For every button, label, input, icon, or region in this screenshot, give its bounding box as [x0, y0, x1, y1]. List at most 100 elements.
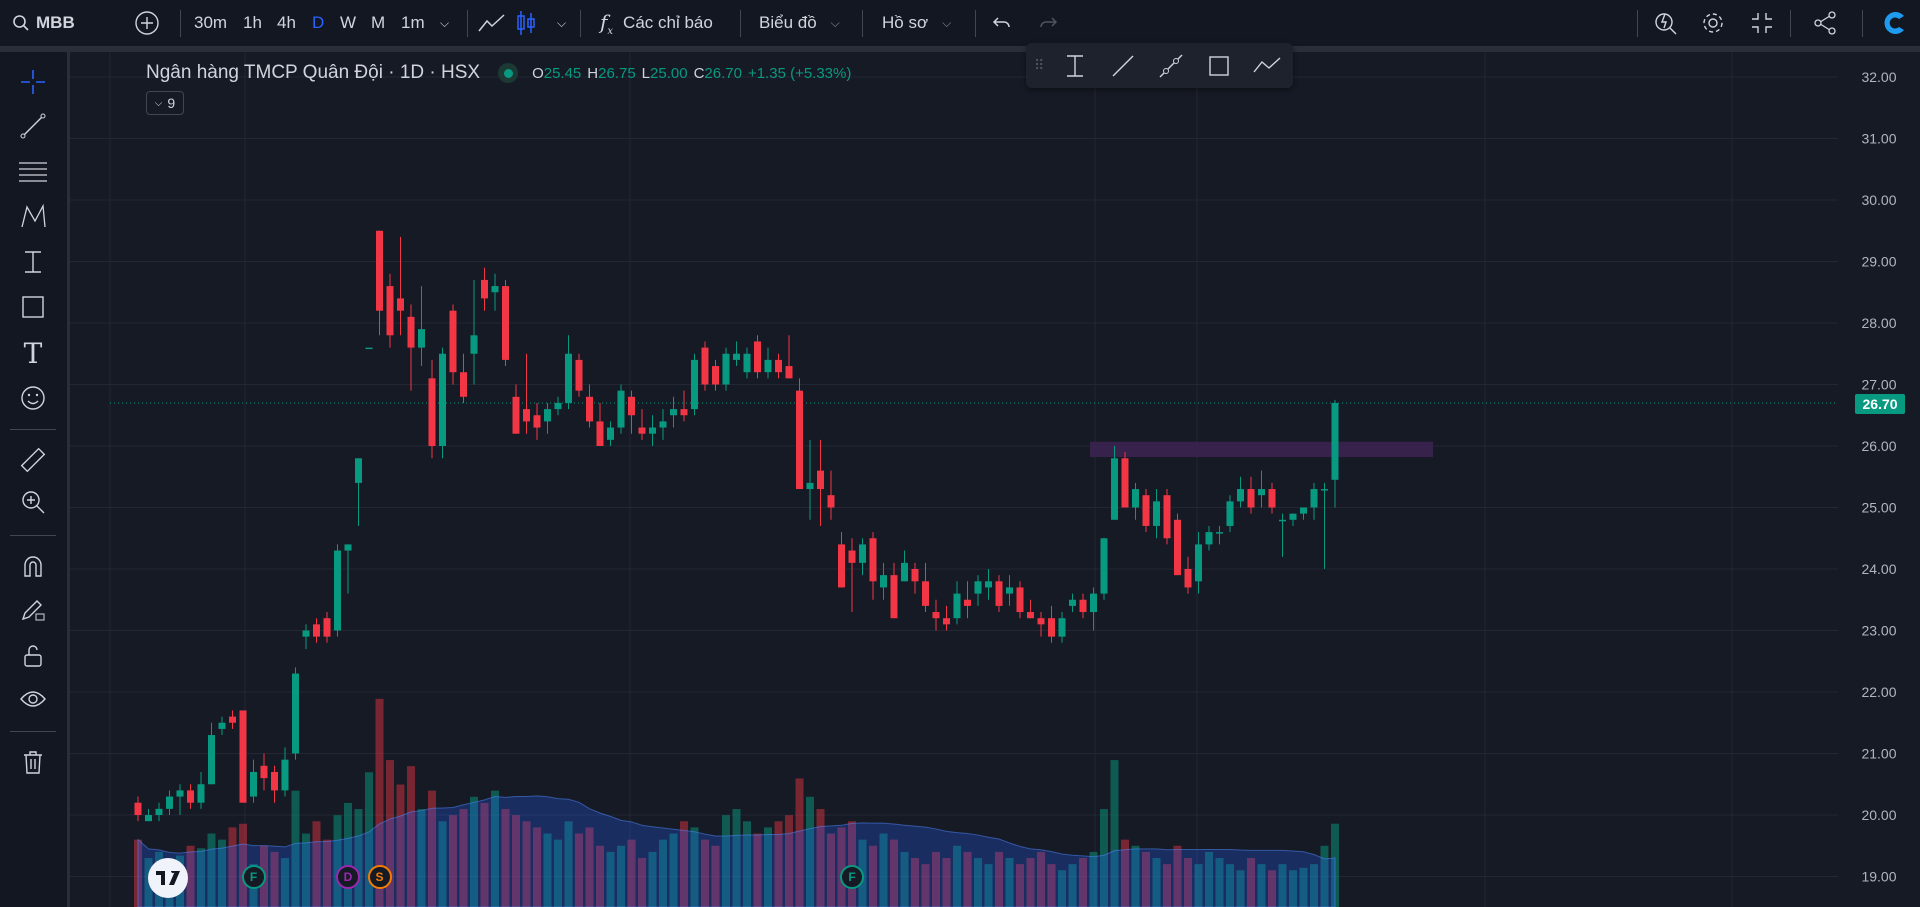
- candle-body: [1058, 618, 1066, 637]
- price-axis-label: 24.00: [1861, 561, 1896, 577]
- candle-body: [827, 495, 835, 508]
- indicators-button[interactable]: fx Các chỉ báo: [600, 0, 713, 46]
- drag-handle-icon[interactable]: ⠿: [1034, 57, 1044, 74]
- brand-logo[interactable]: [1880, 0, 1908, 46]
- candle-body: [1195, 544, 1202, 582]
- path-icon[interactable]: [1250, 49, 1284, 83]
- candle-body: [239, 710, 247, 803]
- interval-30m[interactable]: 30m: [194, 0, 227, 46]
- shapes-tool[interactable]: [17, 291, 49, 323]
- interval-1m[interactable]: 1m: [401, 0, 425, 46]
- delete-drawings-tool[interactable]: [17, 746, 49, 778]
- interval-1h[interactable]: 1h: [243, 0, 262, 46]
- high-value: H26.75: [587, 64, 636, 82]
- candle-body: [932, 612, 940, 619]
- rectangle-icon[interactable]: [1202, 49, 1236, 83]
- candle-body: [418, 329, 425, 348]
- profile-menu-button[interactable]: Hồ sơ ⌵: [882, 0, 951, 46]
- candles-icon[interactable]: [516, 0, 536, 46]
- undo-button[interactable]: [992, 0, 1012, 46]
- resistance-zone-rectangle: [1090, 441, 1433, 458]
- trendline-tool[interactable]: [17, 110, 49, 142]
- compress-icon: [1752, 13, 1772, 33]
- line-chart-icon[interactable]: [478, 0, 506, 46]
- lock-drawing-tool[interactable]: [17, 593, 49, 625]
- fib-tool[interactable]: [17, 155, 49, 187]
- quick-search-button[interactable]: [1652, 0, 1680, 46]
- settings-button[interactable]: [1700, 0, 1726, 46]
- indicators-collapse-button[interactable]: ⌵ 9: [146, 91, 184, 115]
- divider: [580, 10, 581, 37]
- ruler-tool[interactable]: [17, 444, 49, 476]
- price-axis-label: 21.00: [1861, 746, 1896, 762]
- interval-dropdown-chevron-icon[interactable]: ⌵: [440, 0, 449, 46]
- candle-body: [302, 630, 310, 637]
- emoji-tool[interactable]: [17, 382, 49, 414]
- ray-icon[interactable]: [1154, 49, 1188, 83]
- candle-body: [764, 359, 772, 373]
- chart-pane[interactable]: 32.00 31.00 30.00 29.00 28.00 27.00 26.00 25.00…: [70, 52, 1920, 907]
- fullscreen-exit-button[interactable]: [1750, 0, 1774, 46]
- crosshair-tool[interactable]: [17, 66, 49, 98]
- interval-m[interactable]: M: [371, 0, 385, 46]
- divider: [10, 731, 56, 732]
- redo-button[interactable]: [1038, 0, 1058, 46]
- floating-drawing-toolbar: ⠿: [1026, 43, 1293, 88]
- change-value: +1.35 (+5.33%): [747, 64, 852, 82]
- hide-drawings-tool[interactable]: [17, 683, 49, 715]
- candle-body: [1079, 599, 1087, 613]
- chevron-down-icon: ⌵: [942, 15, 952, 30]
- candle-body: [911, 569, 919, 582]
- chart-menu-label: Biểu đồ: [759, 13, 817, 32]
- chart-menu-button[interactable]: Biểu đồ ⌵: [759, 0, 840, 46]
- chart-type-chevron-icon[interactable]: ⌵: [557, 0, 566, 46]
- price-chart[interactable]: 32.00 31.00 30.00 29.00 28.00 27.00 26.00 25.00…: [70, 52, 1920, 907]
- measure-range-tool[interactable]: [17, 246, 49, 278]
- compare-button[interactable]: [134, 0, 160, 46]
- candle-body: [344, 544, 352, 551]
- zoom-in-tool[interactable]: [17, 486, 49, 518]
- event-marker[interactable]: F: [840, 865, 864, 889]
- interval-w[interactable]: W: [340, 0, 356, 46]
- candle-body: [176, 790, 184, 797]
- tradingview-logo[interactable]: [148, 858, 188, 898]
- candle-body: [1247, 489, 1255, 508]
- magnet-tool[interactable]: [17, 550, 49, 582]
- fib-lines-icon: [19, 162, 47, 182]
- candle-body: [1226, 501, 1234, 526]
- candle-body: [953, 593, 961, 619]
- candle-body: [680, 409, 688, 416]
- candle-body: [1090, 593, 1097, 613]
- symbol-search-button[interactable]: MBB: [12, 0, 75, 46]
- candle-body: [901, 562, 908, 582]
- close-value: C26.70: [693, 64, 742, 82]
- candle-body: [1163, 495, 1171, 539]
- interval-d[interactable]: D: [312, 0, 324, 46]
- candle-body: [134, 802, 142, 815]
- candle-body: [155, 808, 163, 815]
- open-value: O25.45: [532, 64, 582, 82]
- event-marker[interactable]: F: [241, 865, 266, 889]
- candle-body: [197, 784, 205, 803]
- candle-body: [1310, 489, 1318, 508]
- candle-body: [1037, 618, 1045, 625]
- event-marker[interactable]: D: [336, 865, 360, 889]
- text-tool-icon[interactable]: T: [17, 337, 49, 370]
- interval-4h[interactable]: 4h: [277, 0, 296, 46]
- candle-body: [722, 353, 730, 385]
- event-marker[interactable]: S: [367, 865, 392, 889]
- divider: [467, 10, 468, 37]
- chevron-down-icon: ⌵: [154, 97, 163, 109]
- lock-all-tool[interactable]: [17, 640, 49, 672]
- price-axis-label: 20.00: [1861, 807, 1896, 823]
- candle-body: [229, 716, 236, 723]
- candle-body: [1132, 489, 1139, 508]
- candle-body: [1300, 507, 1307, 514]
- candle-body: [365, 347, 373, 350]
- pattern-tool[interactable]: [17, 201, 49, 233]
- divider: [1637, 10, 1638, 37]
- candle-body: [502, 286, 509, 360]
- trendline-icon[interactable]: [1106, 49, 1140, 83]
- share-button[interactable]: [1813, 0, 1839, 46]
- price-range-tool[interactable]: [1058, 49, 1092, 83]
